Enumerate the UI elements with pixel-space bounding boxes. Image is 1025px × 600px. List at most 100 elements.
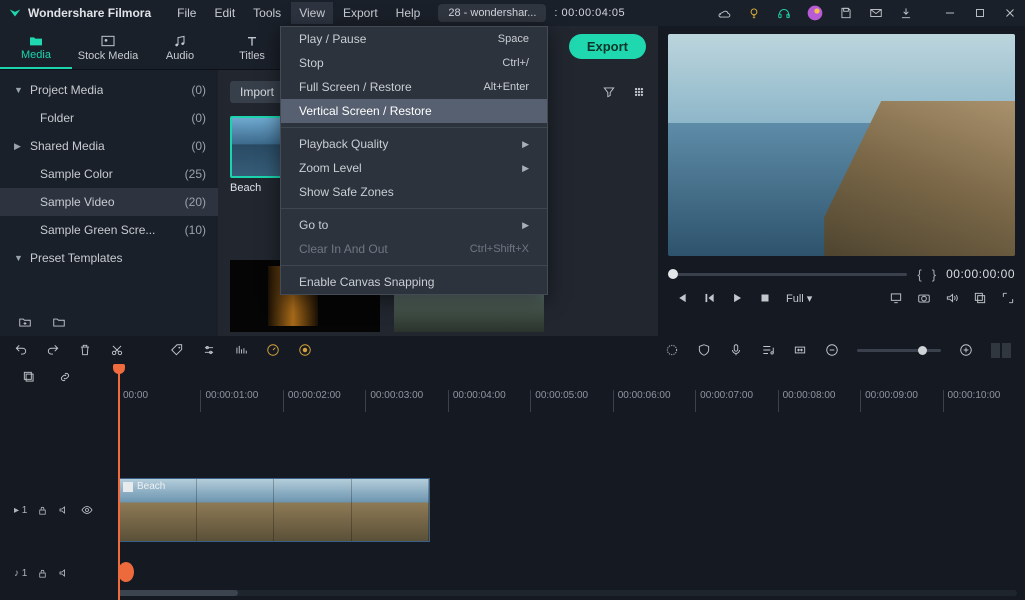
video-preview[interactable] [668, 34, 1015, 256]
audio-marker[interactable] [118, 562, 134, 582]
target-icon[interactable] [665, 343, 679, 357]
prev-frame-icon[interactable] [674, 291, 688, 305]
tree-sample-color[interactable]: Sample Color(25) [0, 160, 218, 188]
playhead[interactable] [118, 364, 120, 600]
tree-preset-templates[interactable]: ▼Preset Templates [0, 244, 218, 272]
menu-edit[interactable]: Edit [206, 2, 243, 24]
mail-icon[interactable] [869, 6, 883, 20]
lightbulb-icon[interactable] [747, 6, 761, 20]
dd-safe-zones[interactable]: Show Safe Zones [281, 180, 547, 204]
eye-icon[interactable] [80, 504, 94, 516]
video-track-head: ▸ 1 [0, 478, 112, 542]
new-folder-icon[interactable] [18, 315, 32, 329]
cloud-icon[interactable] [717, 6, 731, 20]
app-logo-icon [8, 6, 22, 20]
expand-icon[interactable] [1001, 291, 1015, 305]
grid-view-icon[interactable] [632, 85, 646, 99]
ruler-tick: 00:00:08:00 [778, 390, 860, 412]
export-button[interactable]: Export [569, 34, 646, 59]
sliders-icon[interactable] [202, 343, 216, 357]
menu-view[interactable]: View [291, 2, 333, 24]
preview-panel: { } 00:00:00:00 Full ▾ [658, 26, 1025, 336]
import-button[interactable]: Import [230, 81, 284, 103]
speaker-icon[interactable] [58, 504, 70, 516]
tree-folder[interactable]: Folder(0) [0, 104, 218, 132]
menu-file[interactable]: File [169, 2, 204, 24]
dd-playback-quality[interactable]: Playback Quality▶ [281, 132, 547, 156]
stop-icon[interactable] [758, 291, 772, 305]
lock-icon[interactable] [37, 505, 48, 516]
seek-row: { } 00:00:00:00 [668, 262, 1015, 286]
fit-width-icon[interactable] [793, 343, 807, 357]
save-icon[interactable] [839, 6, 853, 20]
timeline-scrollbar[interactable] [118, 590, 1017, 596]
shield-icon[interactable] [697, 343, 711, 357]
record-icon[interactable] [298, 343, 312, 357]
video-clip[interactable]: Beach [118, 478, 430, 542]
mic-icon[interactable] [729, 343, 743, 357]
folder-icon[interactable] [52, 315, 66, 329]
ruler-tick: 00:00:02:00 [283, 390, 365, 412]
zoom-slider[interactable] [857, 349, 941, 352]
screen-icon[interactable] [889, 291, 903, 305]
dd-vertical-screen[interactable]: Vertical Screen / Restore [281, 99, 547, 123]
dd-fullscreen[interactable]: Full Screen / RestoreAlt+Enter [281, 75, 547, 99]
tree-sample-green[interactable]: Sample Green Scre...(10) [0, 216, 218, 244]
dd-play-pause[interactable]: Play / PauseSpace [281, 27, 547, 51]
seek-slider[interactable] [668, 273, 907, 276]
eq-icon[interactable] [234, 343, 248, 357]
profile-icon[interactable] [807, 5, 823, 21]
volume-icon[interactable] [945, 291, 959, 305]
headphones-icon[interactable] [777, 6, 791, 20]
layout-toggle-icon[interactable] [991, 343, 1011, 358]
lock-icon[interactable] [37, 568, 48, 579]
undo-icon[interactable] [14, 343, 28, 357]
ruler-tick: 00:00:06:00 [613, 390, 695, 412]
tree-shared-media[interactable]: ▶Shared Media(0) [0, 132, 218, 160]
project-tab[interactable]: 28 - wondershar... [438, 4, 546, 22]
zoom-in-icon[interactable] [959, 343, 973, 357]
audio-track-label: ♪ 1 [14, 568, 27, 579]
playlist-icon[interactable] [761, 343, 775, 357]
time-ruler[interactable]: 00:0000:00:01:0000:00:02:0000:00:03:0000… [118, 390, 1025, 412]
tl-copy-icon[interactable] [22, 370, 36, 384]
menu-tools[interactable]: Tools [245, 2, 289, 24]
tab-titles[interactable]: Titles [216, 26, 288, 69]
tree-sample-video[interactable]: Sample Video(20) [0, 188, 218, 216]
menu-export[interactable]: Export [335, 2, 386, 24]
dd-clear-in-out[interactable]: Clear In And OutCtrl+Shift+X [281, 237, 547, 261]
ruler-tick: 00:00:01:00 [200, 390, 282, 412]
play-icon[interactable] [730, 291, 744, 305]
fit-select[interactable]: Full ▾ [786, 292, 812, 305]
speed-icon[interactable] [266, 343, 280, 357]
copy-icon[interactable] [973, 291, 987, 305]
tab-media[interactable]: Media [0, 26, 72, 69]
cut-icon[interactable] [110, 343, 124, 357]
dd-stop[interactable]: StopCtrl+/ [281, 51, 547, 75]
tree-project-media[interactable]: ▼Project Media(0) [0, 76, 218, 104]
mark-in-icon[interactable]: { [917, 267, 921, 282]
tag-icon[interactable] [170, 343, 184, 357]
menu-help[interactable]: Help [388, 2, 429, 24]
dd-zoom-level[interactable]: Zoom Level▶ [281, 156, 547, 180]
tab-audio[interactable]: Audio [144, 26, 216, 69]
speaker-icon[interactable] [58, 567, 70, 579]
tab-timecode: : 00:00:04:05 [554, 7, 625, 19]
close-icon[interactable] [1003, 6, 1017, 20]
minimize-icon[interactable] [943, 6, 957, 20]
mark-out-icon[interactable]: } [932, 267, 936, 282]
camera-icon[interactable] [917, 291, 931, 305]
filter-icon[interactable] [602, 85, 616, 99]
download-icon[interactable] [899, 6, 913, 20]
dd-go-to[interactable]: Go to▶ [281, 213, 547, 237]
tl-link-icon[interactable] [58, 370, 72, 384]
tab-stock-media[interactable]: Stock Media [72, 26, 144, 69]
maximize-icon[interactable] [973, 6, 987, 20]
redo-icon[interactable] [46, 343, 60, 357]
dd-canvas-snapping[interactable]: Enable Canvas Snapping [281, 270, 547, 294]
trash-icon[interactable] [78, 343, 92, 357]
step-back-icon[interactable] [702, 291, 716, 305]
topbar-icons [717, 5, 1021, 21]
ruler-tick: 00:00:05:00 [530, 390, 612, 412]
zoom-out-icon[interactable] [825, 343, 839, 357]
